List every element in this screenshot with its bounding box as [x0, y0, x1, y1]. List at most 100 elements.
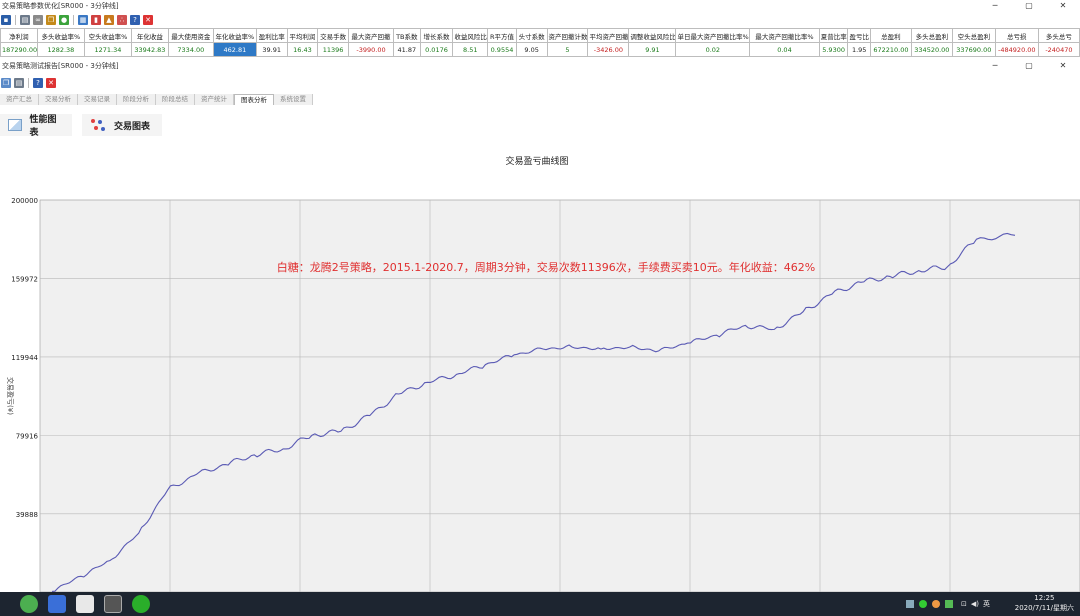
refresh-icon[interactable]: ● [59, 14, 69, 25]
save-icon[interactable]: ▪ [1, 14, 11, 25]
stats-header-cell[interactable]: 平均利润 [286, 28, 319, 43]
stats-value-cell[interactable]: 1271.34 [83, 42, 133, 57]
tab-6[interactable]: 图表分析 [234, 94, 274, 105]
stats-header-cell[interactable]: 年化收益 [131, 28, 169, 43]
stats-header-cell[interactable]: 多头总亏 [1037, 28, 1080, 43]
trading-app-icon[interactable] [76, 595, 94, 613]
report-print-icon[interactable]: ▤ [14, 77, 24, 88]
stats-value-cell[interactable]: 7334.00 [167, 42, 214, 57]
stats-value-cell[interactable]: 39.91 [255, 42, 288, 57]
stats-header-cell[interactable]: 单日最大资产回撤比率% [675, 28, 751, 43]
stats-header-cell[interactable]: 最大资产回撤比率% [749, 28, 820, 43]
report-exit-icon[interactable]: ✕ [46, 77, 56, 88]
tab-2[interactable]: 交易记录 [78, 94, 117, 105]
input-language[interactable]: 英 [983, 599, 990, 609]
tray-icon[interactable] [945, 600, 953, 608]
report-maximize-button[interactable]: ▢ [1012, 60, 1046, 72]
chart-icon[interactable]: ▲ [104, 14, 114, 25]
tab-5[interactable]: 资产统计 [195, 94, 234, 105]
stats-value-cell[interactable]: 672210.00 [869, 42, 912, 57]
stats-header-cell[interactable]: 总亏损 [994, 28, 1039, 43]
report-help-icon[interactable]: ? [33, 77, 43, 88]
stats-value-cell[interactable]: 0.0176 [419, 42, 454, 57]
tab-0[interactable]: 资产汇总 [0, 94, 39, 105]
main-toolbar: ▪ ▤ ∞ ❐ ● ▦ ▮ ▲ ∴ ? ✕ [0, 13, 153, 26]
stats-header-cell[interactable]: 盈利比率 [255, 28, 288, 43]
stats-value-cell[interactable]: 0.9554 [487, 42, 517, 57]
trade-chart-button[interactable]: 交易图表 [82, 114, 162, 136]
chart-title: 交易盈亏曲线图 [505, 155, 568, 167]
stats-header-cell[interactable]: 头寸系数 [515, 28, 548, 43]
table-icon[interactable]: ▦ [78, 14, 88, 25]
stats-value-cell[interactable]: 1282.38 [36, 42, 85, 57]
print-icon[interactable]: ▤ [20, 14, 30, 25]
stats-value-cell[interactable]: 337690.00 [951, 42, 996, 57]
stats-header-cell[interactable]: 交易手数 [317, 28, 349, 43]
close-button[interactable]: ✕ [1046, 0, 1080, 12]
report-close-button[interactable]: ✕ [1046, 60, 1080, 72]
tray-icon[interactable] [919, 600, 927, 608]
link-icon[interactable]: ∞ [33, 14, 43, 25]
stats-header-cell[interactable]: 最大使用资金 [167, 28, 214, 43]
stats-header-cell[interactable]: 空头总盈利 [951, 28, 996, 43]
scatter-icon[interactable]: ∴ [117, 14, 127, 25]
tray-icon[interactable] [906, 600, 914, 608]
stats-value-cell[interactable]: 9.91 [628, 42, 677, 57]
tab-1[interactable]: 交易分析 [39, 94, 78, 105]
stats-value-cell[interactable]: 334520.00 [910, 42, 953, 57]
stats-header-cell[interactable]: 最大资产回撤 [347, 28, 395, 43]
stats-value-cell[interactable]: 11396 [317, 42, 349, 57]
volume-icon[interactable]: ◀) [971, 600, 979, 608]
stats-header-cell[interactable]: 多头总盈利 [910, 28, 953, 43]
tab-4[interactable]: 阶段总结 [156, 94, 195, 105]
tab-7[interactable]: 系统设置 [274, 94, 313, 105]
bar-chart-icon[interactable]: ▮ [91, 14, 101, 25]
stats-header-cell[interactable]: 年化收益率% [212, 28, 257, 43]
app-icon[interactable] [48, 595, 66, 613]
network-icon[interactable]: ⊡ [961, 600, 967, 608]
browser-icon[interactable] [20, 595, 38, 613]
stats-value-cell[interactable]: 462.81 [212, 42, 257, 57]
minimize-button[interactable]: ─ [978, 0, 1012, 12]
stats-value-cell[interactable]: 0.02 [675, 42, 751, 57]
tray-icon[interactable] [932, 600, 940, 608]
stats-header-cell[interactable]: 平均资产回撤 [587, 28, 630, 43]
stats-value-cell[interactable]: 0.04 [749, 42, 820, 57]
performance-chart-button[interactable]: 性能图表 [0, 114, 72, 138]
maximize-button[interactable]: ▢ [1012, 0, 1046, 12]
stats-value-cell[interactable]: -3426.00 [587, 42, 630, 57]
exit-icon[interactable]: ✕ [143, 14, 153, 25]
stats-header-cell[interactable]: 增长系数 [419, 28, 454, 43]
stats-value-cell[interactable]: 16.43 [286, 42, 319, 57]
stats-value-cell[interactable]: 9.05 [515, 42, 548, 57]
active-app-icon[interactable] [104, 595, 122, 613]
stats-header-cell[interactable]: R平方值 [487, 28, 517, 43]
stats-header-cell[interactable]: 盈亏比 [847, 28, 871, 43]
stats-value-cell[interactable]: 41.87 [393, 42, 421, 57]
stats-value-cell[interactable]: -3990.00 [347, 42, 395, 57]
stats-header-cell[interactable]: 夏普比率 [818, 28, 849, 43]
stats-value-cell[interactable]: 8.51 [452, 42, 489, 57]
stats-header-cell[interactable]: 多头收益率% [36, 28, 85, 43]
tab-3[interactable]: 阶段分析 [117, 94, 156, 105]
stats-value-cell[interactable]: 187290.00 [0, 42, 38, 57]
stats-header-cell[interactable]: 空头收益率% [83, 28, 133, 43]
clock[interactable]: 12:25 2020/7/11/星期六 [1015, 593, 1074, 613]
stats-header-cell[interactable]: 净利润 [0, 28, 38, 43]
stats-header-cell[interactable]: 调整收益风险比 [628, 28, 677, 43]
stats-header-cell[interactable]: 收益风险比 [452, 28, 489, 43]
report-minimize-button[interactable]: ─ [978, 60, 1012, 72]
copy-icon[interactable]: ❐ [46, 14, 56, 25]
stats-value-cell[interactable]: -484920.00 [994, 42, 1039, 57]
wechat-icon[interactable] [132, 595, 150, 613]
stats-header-cell[interactable]: TB系数 [393, 28, 421, 43]
report-copy-icon[interactable]: ❐ [1, 77, 11, 88]
stats-value-cell[interactable]: 33942.83 [131, 42, 169, 57]
stats-value-cell[interactable]: 1.95 [847, 42, 871, 57]
help-icon[interactable]: ? [130, 14, 140, 25]
stats-value-cell[interactable]: 5.9300 [818, 42, 849, 57]
stats-header-cell[interactable]: 总盈利 [869, 28, 912, 43]
stats-value-cell[interactable]: 5 [546, 42, 589, 57]
stats-value-cell[interactable]: -240470 [1037, 42, 1080, 57]
stats-header-cell[interactable]: 资产回撤计数 [546, 28, 589, 43]
